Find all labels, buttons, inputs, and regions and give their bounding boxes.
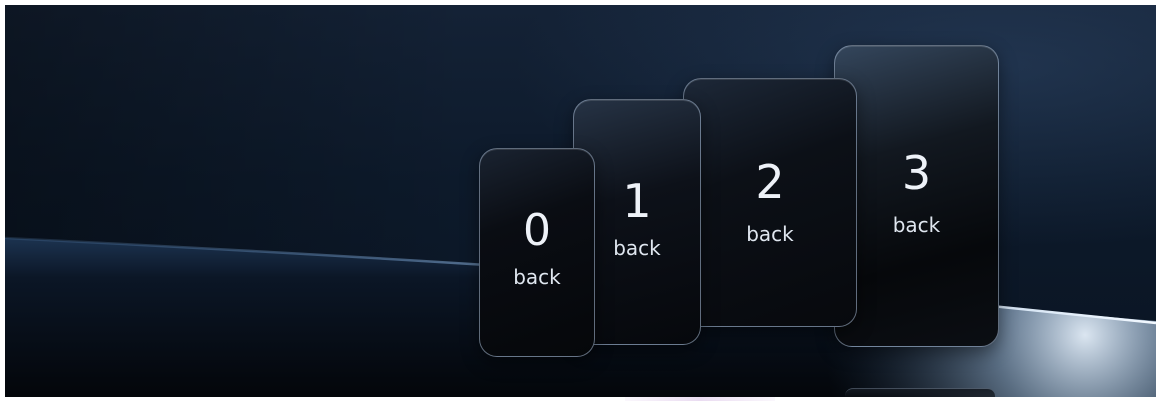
card-label: back	[892, 213, 941, 237]
card-number: 3	[901, 146, 932, 200]
card-reflection	[845, 388, 995, 397]
bottom-tint	[625, 397, 775, 401]
card-number: 0	[523, 205, 551, 256]
card-label: back	[746, 222, 794, 246]
card-0: 0 back	[479, 148, 595, 357]
bottom-border	[0, 397, 1158, 401]
card-label: back	[513, 265, 561, 289]
card-number: 2	[755, 155, 785, 209]
card-2: 2 back	[683, 78, 857, 327]
card-3: 3 back	[834, 45, 999, 347]
